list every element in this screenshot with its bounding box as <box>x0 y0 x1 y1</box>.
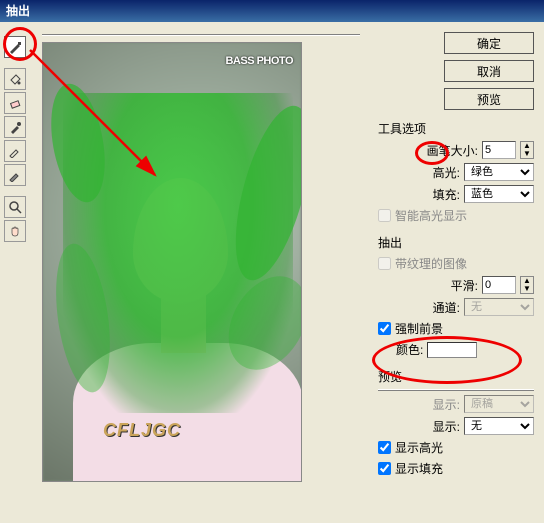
force-foreground-label: 强制前景 <box>395 320 443 337</box>
show1-label: 显示: <box>433 396 460 413</box>
show2-select[interactable]: 无 <box>464 417 534 435</box>
watermark-bottom: CFLJGC <box>103 420 181 441</box>
show-fill-checkbox[interactable] <box>378 462 391 475</box>
eyedropper-tool[interactable] <box>4 116 26 138</box>
preview-section-label: 预览 <box>378 368 534 385</box>
smooth-spinner[interactable]: ▲▼ <box>520 276 534 294</box>
tool-palette <box>4 26 30 519</box>
edge-touchup-tool[interactable] <box>4 164 26 186</box>
ok-button[interactable]: 确定 <box>444 32 534 54</box>
eraser-tool[interactable] <box>4 92 26 114</box>
brush-size-spinner[interactable]: ▲▼ <box>520 141 534 159</box>
cancel-button[interactable]: 取消 <box>444 60 534 82</box>
edge-highlighter-tool[interactable] <box>4 36 26 58</box>
brush-size-input[interactable] <box>482 141 516 159</box>
preview-image[interactable]: BASS PHOTO CFLJGC <box>42 42 302 482</box>
textured-image-checkbox <box>378 257 391 270</box>
zoom-tool[interactable] <box>4 196 26 218</box>
preview-button[interactable]: 预览 <box>444 88 534 110</box>
show-highlight-label: 显示高光 <box>395 439 443 456</box>
show-highlight-checkbox[interactable] <box>378 441 391 454</box>
brush-size-label: 画笔大小: <box>427 142 478 159</box>
smart-highlight-checkbox <box>378 209 391 222</box>
smart-highlight-label: 智能高光显示 <box>395 207 467 224</box>
show-fill-label: 显示填充 <box>395 460 443 477</box>
show1-select: 原稿 <box>464 395 534 413</box>
fill-select[interactable]: 蓝色 <box>464 185 534 203</box>
preview-area: BASS PHOTO CFLJGC <box>30 26 368 519</box>
cleanup-tool[interactable] <box>4 140 26 162</box>
options-panel: 确定 取消 预览 工具选项 画笔大小: ▲▼ 高光: 绿色 填充: 蓝色 智能高… <box>368 26 540 519</box>
channel-select: 无 <box>464 298 534 316</box>
title-bar: 抽出 <box>0 0 544 22</box>
hand-tool[interactable] <box>4 220 26 242</box>
foreground-color-swatch[interactable] <box>427 342 477 358</box>
highlight-select[interactable]: 绿色 <box>464 163 534 181</box>
channel-label: 通道: <box>433 299 460 316</box>
fill-label: 填充: <box>433 186 460 203</box>
smooth-input[interactable] <box>482 276 516 294</box>
textured-image-label: 带纹理的图像 <box>395 255 467 272</box>
fill-tool[interactable] <box>4 68 26 90</box>
color-label: 颜色: <box>396 341 423 358</box>
dialog-body: BASS PHOTO CFLJGC 确定 取消 预览 工具选项 画笔大小: ▲▼… <box>0 22 544 523</box>
show2-label: 显示: <box>433 418 460 435</box>
smooth-label: 平滑: <box>451 277 478 294</box>
watermark-top: BASS PHOTO <box>225 55 293 67</box>
force-foreground-checkbox[interactable] <box>378 322 391 335</box>
tool-options-label: 工具选项 <box>378 120 534 137</box>
highlight-label: 高光: <box>433 164 460 181</box>
extraction-label: 抽出 <box>378 234 534 251</box>
